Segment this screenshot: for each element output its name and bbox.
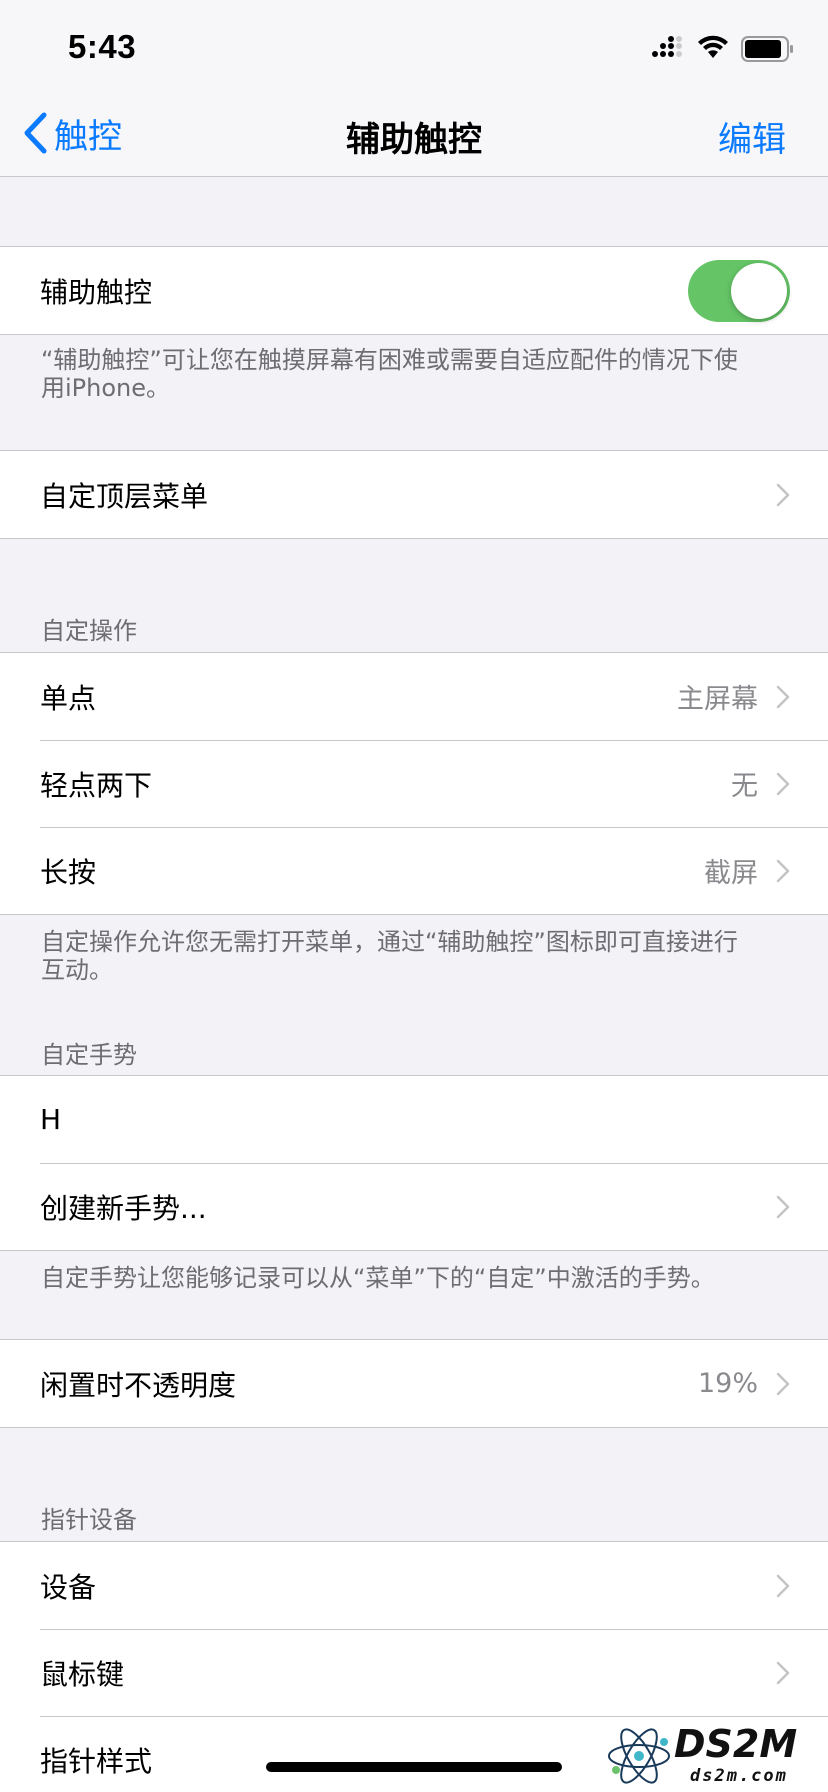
chevron-right-icon [776,772,790,795]
gesture-h-label: H [40,1103,62,1136]
chevron-right-icon [776,1372,790,1395]
idle-opacity-value: 19% [697,1368,758,1399]
idle-opacity-label: 闲置时不透明度 [40,1368,237,1402]
edit-button[interactable]: 编辑 [718,112,786,161]
single-tap-value: 主屏幕 [677,684,758,715]
customize-top-menu-row[interactable]: 自定顶层菜单 [0,451,828,538]
idle-opacity-group: 闲置时不透明度 19% [0,1339,828,1428]
create-new-gesture-row[interactable]: 创建新手势... [0,1163,828,1250]
home-indicator[interactable] [266,1762,562,1772]
single-tap-row[interactable]: 单点 主屏幕 [0,653,828,740]
assistive-touch-group: 辅助触控 [0,246,828,335]
chevron-right-icon [776,1661,790,1684]
double-tap-label: 轻点两下 [40,768,153,802]
custom-gestures-header: 自定手势 [41,1041,137,1069]
status-bar: 5:43 [0,0,828,100]
assistive-touch-toggle[interactable] [688,259,790,322]
double-tap-row[interactable]: 轻点两下 无 [0,740,828,827]
custom-actions-header: 自定操作 [41,617,137,645]
custom-gestures-group: H 创建新手势... [0,1075,828,1251]
assistive-touch-footer: “辅助触控”可让您在触摸屏幕有困难或需要自适应配件的情况下使用iPhone。 [41,346,738,402]
chevron-right-icon [776,685,790,708]
wifi-icon [698,35,728,58]
mouse-keys-row[interactable]: 鼠标键 [0,1629,828,1716]
idle-opacity-row[interactable]: 闲置时不透明度 19% [0,1340,828,1427]
cellular-signal-icon [652,36,682,57]
devices-label: 设备 [40,1570,97,1604]
custom-actions-group: 单点 主屏幕 轻点两下 无 长按 截屏 [0,652,828,915]
top-menu-group: 自定顶层菜单 [0,450,828,539]
chevron-right-icon [776,1195,790,1218]
assistive-touch-label: 辅助触控 [40,275,153,309]
long-press-label: 长按 [40,855,97,889]
gesture-h-row[interactable]: H [0,1076,828,1163]
long-press-row[interactable]: 长按 截屏 [0,827,828,914]
devices-row[interactable]: 设备 [0,1542,828,1629]
chevron-right-icon [776,859,790,882]
custom-actions-footer: 自定操作允许您无需打开菜单，通过“辅助触控”图标即可直接进行互动。 [41,928,738,984]
pointer-devices-header: 指针设备 [41,1506,137,1534]
chevron-right-icon [776,1574,790,1597]
watermark-text: DS2M [674,1722,798,1766]
chevron-right-icon [776,483,790,506]
battery-icon [741,36,793,62]
status-time: 5:43 [68,28,137,65]
assistive-touch-row: 辅助触控 [0,247,828,334]
long-press-value: 截屏 [704,858,758,889]
single-tap-label: 单点 [40,681,97,715]
navigation-bar: 触控 辅助触控 编辑 [0,100,828,177]
create-new-gesture-label: 创建新手势... [40,1191,207,1225]
mouse-keys-label: 鼠标键 [40,1657,125,1691]
atom-logo-icon [608,1728,670,1784]
watermark: DS2M ds2m.com [604,1722,816,1786]
watermark-subtext: ds2m.com [690,1766,788,1786]
toggle-knob [731,262,787,319]
customize-top-menu-label: 自定顶层菜单 [40,479,209,513]
double-tap-value: 无 [731,771,758,802]
page-title: 辅助触控 [346,120,482,160]
custom-gestures-footer: 自定手势让您能够记录可以从“菜单”下的“自定”中激活的手势。 [41,1264,715,1292]
